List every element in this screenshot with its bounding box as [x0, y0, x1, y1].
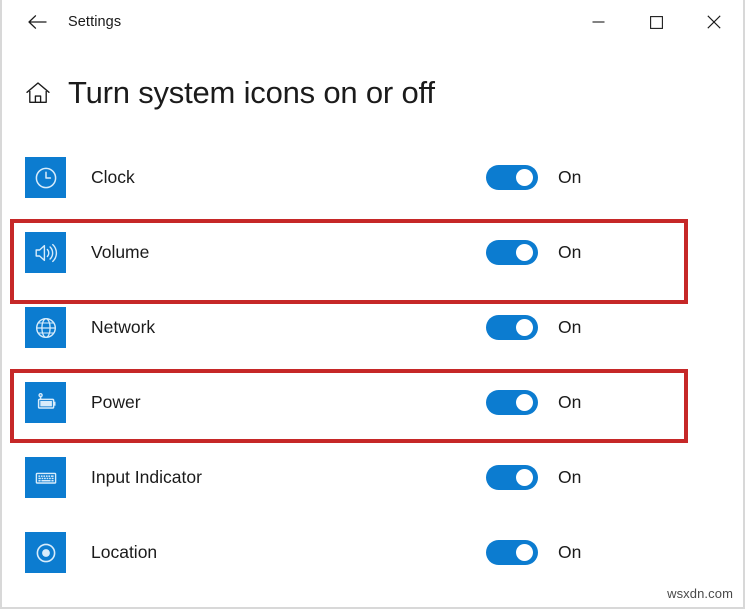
caption-button-group — [569, 0, 743, 44]
minimize-icon — [592, 16, 605, 28]
keyboard-icon — [33, 465, 59, 491]
volume-icon — [33, 240, 59, 266]
home-icon[interactable] — [22, 77, 54, 109]
input-indicator-tile — [25, 457, 66, 498]
toggle-knob — [516, 544, 533, 561]
toggle-state-label: On — [558, 316, 582, 337]
toggle-knob — [516, 394, 533, 411]
location-tile — [25, 532, 66, 573]
network-globe-icon — [33, 315, 59, 341]
system-icon-list: Clock On Volume On Network On Power On I… — [2, 140, 743, 590]
page-header: Turn system icons on or off — [2, 62, 743, 124]
toggle-state-label: On — [558, 541, 582, 562]
toggle-state-label: On — [558, 166, 582, 187]
clock-icon — [33, 165, 59, 191]
back-button[interactable] — [16, 4, 60, 40]
row-label: Input Indicator — [91, 466, 202, 487]
toggle-knob — [516, 169, 533, 186]
page-title: Turn system icons on or off — [68, 74, 435, 110]
maximize-icon — [649, 15, 663, 29]
toggle-state-label: On — [558, 241, 582, 262]
row-input-indicator[interactable]: Input Indicator On — [2, 440, 743, 515]
power-tile — [25, 382, 66, 423]
toggle-volume[interactable] — [486, 240, 538, 265]
row-control: On — [486, 365, 581, 440]
row-label: Power — [91, 391, 141, 412]
row-label: Network — [91, 316, 156, 337]
toggle-location[interactable] — [486, 540, 538, 565]
row-volume[interactable]: Volume On — [2, 215, 743, 290]
row-network[interactable]: Network On — [2, 290, 743, 365]
toggle-knob — [516, 319, 533, 336]
row-control: On — [486, 215, 581, 290]
row-control: On — [486, 515, 581, 590]
row-label: Volume — [91, 241, 150, 262]
minimize-button[interactable] — [569, 0, 627, 44]
row-clock[interactable]: Clock On — [2, 140, 743, 215]
toggle-state-label: On — [558, 466, 582, 487]
toggle-knob — [516, 469, 533, 486]
row-control: On — [486, 440, 581, 515]
location-target-icon — [33, 540, 59, 566]
row-control: On — [486, 140, 581, 215]
row-power[interactable]: Power On — [2, 365, 743, 440]
row-label: Location — [91, 541, 158, 562]
power-battery-icon — [33, 390, 59, 416]
toggle-knob — [516, 244, 533, 261]
title-bar: Settings — [2, 0, 743, 44]
toggle-state-label: On — [558, 391, 582, 412]
clock-tile — [25, 157, 66, 198]
back-arrow-icon — [28, 14, 48, 30]
toggle-input-indicator[interactable] — [486, 465, 538, 490]
row-control: On — [486, 290, 581, 365]
close-button[interactable] — [685, 0, 743, 44]
toggle-power[interactable] — [486, 390, 538, 415]
network-tile — [25, 307, 66, 348]
close-icon — [707, 15, 721, 29]
settings-window: Settings Turn system icons on or off Clo… — [0, 0, 745, 609]
watermark: wsxdn.com — [667, 586, 733, 601]
maximize-button[interactable] — [627, 0, 685, 44]
row-label: Clock — [91, 166, 135, 187]
app-title: Settings — [68, 13, 122, 30]
toggle-network[interactable] — [486, 315, 538, 340]
row-location[interactable]: Location On — [2, 515, 743, 590]
toggle-clock[interactable] — [486, 165, 538, 190]
volume-tile — [25, 232, 66, 273]
